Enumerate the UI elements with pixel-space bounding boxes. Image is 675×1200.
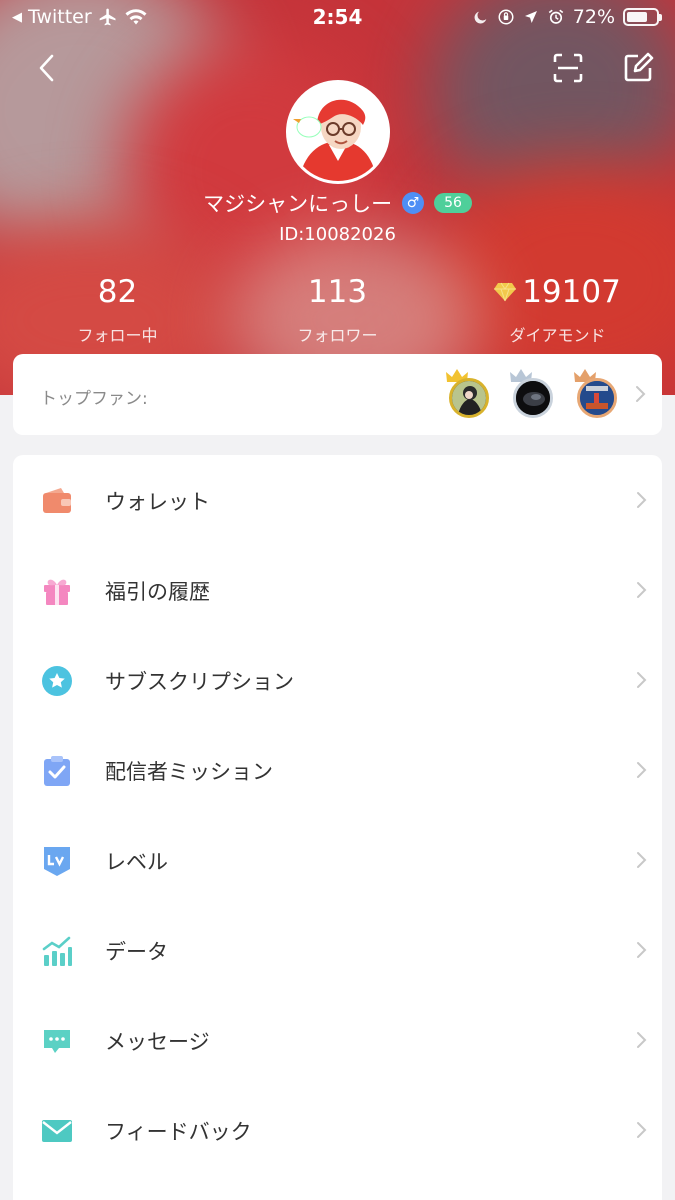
male-icon: ♂ — [402, 192, 425, 214]
chevron-right-icon — [637, 672, 647, 688]
gift-icon — [44, 579, 70, 605]
menu-item-subscription[interactable]: サブスクリプション — [13, 635, 662, 725]
menu-item-label: メッセージ — [105, 1030, 210, 1054]
moon-icon — [474, 11, 487, 24]
menu-item-lottery-history[interactable]: 福引の履歴 — [13, 545, 662, 635]
edit-icon[interactable] — [620, 50, 656, 86]
diamond-label: ダイアモンド — [509, 326, 606, 345]
avatar[interactable] — [286, 80, 390, 184]
fan-avatar-3 — [577, 378, 617, 418]
status-bar: ◀ Twitter 2:54 72% — [0, 0, 675, 36]
top-fans-label: トップファン: — [40, 389, 148, 409]
followers-count: 113 — [307, 274, 368, 310]
top-fan-3[interactable] — [573, 368, 623, 420]
following-count: 82 — [97, 274, 138, 310]
top-fans-card[interactable]: トップファン: — [13, 354, 662, 435]
top-fan-1[interactable] — [445, 368, 495, 420]
rotation-lock-icon — [498, 9, 514, 25]
menu-item-label: 配信者ミッション — [105, 760, 273, 784]
chevron-right-icon — [637, 582, 647, 598]
followers-label: フォロワー — [297, 326, 378, 345]
location-icon — [524, 11, 537, 23]
fan-avatar-1 — [449, 378, 489, 418]
top-fan-2[interactable] — [509, 368, 559, 420]
clipboard-check-icon — [44, 756, 70, 786]
star-icon — [42, 666, 72, 696]
wallet-icon — [43, 488, 71, 513]
battery-icon — [623, 8, 662, 26]
username: マジシャンにっしー — [203, 192, 393, 216]
menu-item-label: レベル — [105, 850, 168, 874]
menu-item-label: サブスクリプション — [105, 670, 294, 694]
message-icon — [44, 1030, 70, 1053]
chevron-right-icon — [637, 852, 647, 868]
menu-item-label: フィードバック — [105, 1120, 252, 1144]
menu-item-label: 福引の履歴 — [105, 580, 210, 604]
user-id: ID:10082026 — [279, 224, 396, 245]
diamond-count: 19107 — [522, 274, 621, 310]
chevron-right-icon — [637, 942, 647, 958]
following-stat[interactable]: 82 フォロー中 — [5, 272, 230, 346]
menu-item-wallet[interactable]: ウォレット — [13, 455, 662, 545]
followers-stat[interactable]: 113 フォロワー — [225, 272, 450, 346]
following-label: フォロー中 — [77, 326, 158, 345]
diamond-icon — [494, 282, 517, 302]
menu-list: ウォレット 福引の履歴 サブスクリプション 配信者ミッション レベル データ メ… — [13, 455, 662, 1200]
chevron-right-icon — [636, 386, 646, 402]
chevron-right-icon — [637, 762, 647, 778]
chevron-right-icon — [637, 492, 647, 508]
fan-avatar-2 — [513, 378, 553, 418]
battery-percent: 72% — [572, 6, 615, 28]
alarm-icon — [548, 9, 564, 24]
chevron-right-icon — [637, 1032, 647, 1048]
menu-item-level[interactable]: レベル — [13, 815, 662, 905]
chevron-right-icon — [637, 1122, 647, 1138]
chart-icon — [42, 936, 72, 966]
menu-item-label: データ — [105, 940, 168, 964]
level-icon — [44, 847, 70, 876]
diamond-stat[interactable]: 19107 ダイアモンド — [445, 272, 670, 346]
scan-icon[interactable] — [550, 50, 586, 86]
mail-icon — [42, 1120, 72, 1142]
menu-item-message[interactable]: メッセージ — [13, 995, 662, 1085]
menu-item-feedback[interactable]: フィードバック — [13, 1085, 662, 1175]
menu-item-data[interactable]: データ — [13, 905, 662, 995]
menu-item-streamer-mission[interactable]: 配信者ミッション — [13, 725, 662, 815]
menu-item-label: ウォレット — [105, 490, 210, 514]
back-chevron-icon[interactable] — [30, 50, 66, 86]
profile-name-row: マジシャンにっしー ♂ 56 — [0, 186, 675, 220]
level-badge: 56 — [434, 193, 472, 213]
